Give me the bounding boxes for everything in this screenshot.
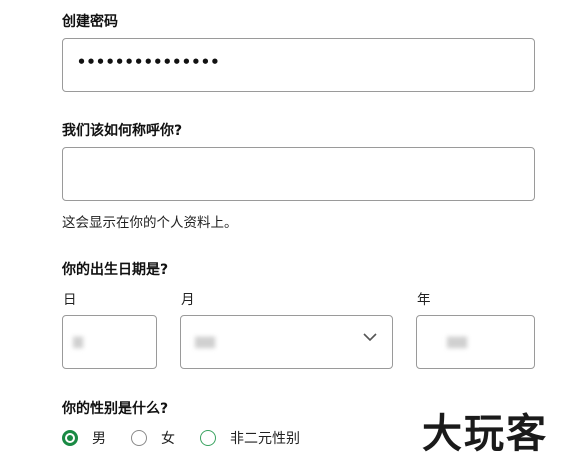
chevron-down-icon [363,333,377,342]
gender-option-male[interactable]: 男 [62,427,106,449]
radio-female[interactable] [131,430,147,446]
gender-label: 你的性别是什么? [62,401,169,417]
day-input[interactable]: ▆ [62,315,157,369]
month-blurred-value: ▆▆ [195,334,215,349]
gender-option-label: 女 [161,431,175,447]
day-blurred-value: ▆ [73,334,83,349]
password-field[interactable]: ••••••••••••••• [62,38,535,92]
password-label: 创建密码 [62,14,118,30]
radio-male[interactable] [62,430,78,446]
password-value: ••••••••••••••• [77,53,220,71]
display-name-field[interactable] [62,147,535,201]
year-blurred-value: ▆▆ [447,334,467,349]
month-select[interactable]: ▆▆ [180,315,393,369]
gender-option-label: 男 [92,431,106,447]
watermark-logo: 大玩客 [422,410,548,457]
display-name-hint: 这会显示在你的个人资料上。 [62,215,238,231]
radio-nonbinary[interactable] [200,430,216,446]
gender-option-label: 非二元性别 [230,431,300,447]
display-name-label: 我们该如何称呼你? [62,123,183,139]
gender-option-nonbinary[interactable]: 非二元性别 [200,427,300,449]
year-input[interactable]: ▆▆ [416,315,535,369]
birthday-label: 你的出生日期是? [62,262,169,278]
day-label: 日 [63,292,77,308]
month-label: 月 [181,292,195,308]
year-label: 年 [417,292,431,308]
gender-option-female[interactable]: 女 [131,427,175,449]
